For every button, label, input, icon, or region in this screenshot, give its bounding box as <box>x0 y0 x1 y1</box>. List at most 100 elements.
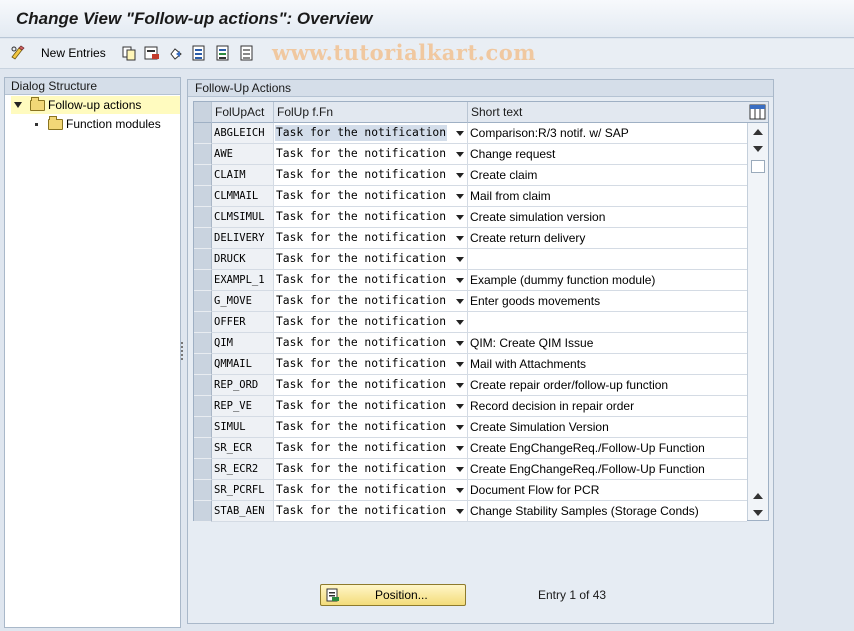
short-text-field[interactable]: Enter goods movements <box>468 291 747 312</box>
short-text-field[interactable]: Change request <box>468 144 747 165</box>
delete-button[interactable] <box>144 43 160 63</box>
panel-splitter[interactable] <box>180 340 184 364</box>
dropdown-arrow-icon[interactable] <box>456 446 464 451</box>
column-header-short-text[interactable]: Short text <box>468 102 747 123</box>
row-selector[interactable] <box>194 270 212 291</box>
dropdown-arrow-icon[interactable] <box>456 215 464 220</box>
folup-fn-dropdown[interactable]: Task for the notification <box>274 165 468 186</box>
short-text-field[interactable]: Create EngChangeReq./Follow-Up Function <box>468 459 747 480</box>
scroll-down-icon[interactable] <box>753 146 763 152</box>
dropdown-arrow-icon[interactable] <box>456 467 464 472</box>
folup-fn-dropdown[interactable]: Task for the notification <box>274 375 468 396</box>
folup-fn-dropdown[interactable]: Task for the notification <box>274 291 468 312</box>
dropdown-arrow-icon[interactable] <box>456 425 464 430</box>
tree-item-function-modules[interactable]: Function modules <box>35 115 161 133</box>
short-text-field[interactable]: Record decision in repair order <box>468 396 747 417</box>
dropdown-arrow-icon[interactable] <box>456 257 464 262</box>
short-text-field[interactable]: QIM: Create QIM Issue <box>468 333 747 354</box>
dropdown-arrow-icon[interactable] <box>456 173 464 178</box>
short-text-field[interactable]: Example (dummy function module) <box>468 270 747 291</box>
row-selector[interactable] <box>194 144 212 165</box>
row-selector[interactable] <box>194 333 212 354</box>
select-block-button[interactable] <box>215 43 231 63</box>
row-selector[interactable] <box>194 501 212 522</box>
scroll-page-up-icon[interactable] <box>753 493 763 499</box>
short-text-field[interactable]: Change Stability Samples (Storage Conds) <box>468 501 747 522</box>
folup-fn-dropdown[interactable]: Task for the notification <box>274 249 468 270</box>
folup-fn-dropdown[interactable]: Task for the notification <box>274 207 468 228</box>
dropdown-arrow-icon[interactable] <box>456 131 464 136</box>
folup-fn-dropdown[interactable]: Task for the notification <box>274 417 468 438</box>
folup-fn-dropdown[interactable]: Task for the notification <box>274 144 468 165</box>
short-text-field[interactable]: Create repair order/follow-up function <box>468 375 747 396</box>
dropdown-arrow-icon[interactable] <box>456 488 464 493</box>
row-selector[interactable] <box>194 417 212 438</box>
column-header-folupact[interactable]: FolUpAct <box>212 102 274 123</box>
dropdown-arrow-icon[interactable] <box>456 509 464 514</box>
row-selector[interactable] <box>194 228 212 249</box>
row-selector[interactable] <box>194 354 212 375</box>
position-button[interactable]: Position... <box>320 584 466 606</box>
short-text-field[interactable]: Create return delivery <box>468 228 747 249</box>
folup-fn-dropdown[interactable]: Task for the notification <box>274 354 468 375</box>
display-change-button[interactable] <box>10 43 26 63</box>
new-entries-button[interactable]: New Entries <box>33 43 106 63</box>
deselect-all-button[interactable] <box>239 43 255 63</box>
row-selector[interactable] <box>194 291 212 312</box>
row-selector[interactable] <box>194 165 212 186</box>
short-text-field[interactable]: Create simulation version <box>468 207 747 228</box>
vertical-scrollbar[interactable] <box>747 123 768 520</box>
dropdown-arrow-icon[interactable] <box>456 404 464 409</box>
folup-fn-dropdown[interactable]: Task for the notification <box>274 480 468 501</box>
dropdown-arrow-icon[interactable] <box>456 341 464 346</box>
folup-fn-dropdown[interactable]: Task for the notification <box>274 123 468 144</box>
row-selector[interactable] <box>194 249 212 270</box>
expand-triangle-icon[interactable] <box>14 102 22 108</box>
folup-fn-dropdown[interactable]: Task for the notification <box>274 333 468 354</box>
row-selector[interactable] <box>194 186 212 207</box>
row-selector[interactable] <box>194 123 212 144</box>
row-selector[interactable] <box>194 375 212 396</box>
scroll-thumb[interactable] <box>751 160 765 173</box>
copy-as-button[interactable] <box>121 43 137 63</box>
row-selector[interactable] <box>194 207 212 228</box>
short-text-field[interactable]: Create EngChangeReq./Follow-Up Function <box>468 438 747 459</box>
row-selector[interactable] <box>194 459 212 480</box>
short-text-field[interactable] <box>468 312 747 333</box>
row-selector[interactable] <box>194 396 212 417</box>
row-selector[interactable] <box>194 438 212 459</box>
dropdown-arrow-icon[interactable] <box>456 383 464 388</box>
dropdown-arrow-icon[interactable] <box>456 320 464 325</box>
dropdown-arrow-icon[interactable] <box>456 299 464 304</box>
folup-fn-dropdown[interactable]: Task for the notification <box>274 396 468 417</box>
row-selector[interactable] <box>194 312 212 333</box>
dropdown-arrow-icon[interactable] <box>456 236 464 241</box>
folup-fn-dropdown[interactable]: Task for the notification <box>274 312 468 333</box>
dropdown-arrow-icon[interactable] <box>456 152 464 157</box>
tree-item-follow-up-actions[interactable]: Follow-up actions <box>11 96 180 114</box>
folup-fn-dropdown[interactable]: Task for the notification <box>274 228 468 249</box>
column-header-folup-fn[interactable]: FolUp f.Fn <box>274 102 468 123</box>
dropdown-arrow-icon[interactable] <box>456 278 464 283</box>
folup-fn-dropdown[interactable]: Task for the notification <box>274 438 468 459</box>
folup-fn-dropdown[interactable]: Task for the notification <box>274 270 468 291</box>
row-selector[interactable] <box>194 480 212 501</box>
undo-change-button[interactable] <box>168 43 184 63</box>
short-text-field[interactable]: Create Simulation Version <box>468 417 747 438</box>
dropdown-arrow-icon[interactable] <box>456 362 464 367</box>
folup-fn-dropdown[interactable]: Task for the notification <box>274 459 468 480</box>
dropdown-arrow-icon[interactable] <box>456 194 464 199</box>
short-text-field[interactable]: Mail with Attachments <box>468 354 747 375</box>
short-text-field[interactable]: Comparison:R/3 notif. w/ SAP <box>468 123 747 144</box>
folup-fn-dropdown[interactable]: Task for the notification <box>274 501 468 522</box>
scroll-up-icon[interactable] <box>753 129 763 135</box>
scroll-page-down-icon[interactable] <box>753 510 763 516</box>
table-settings-button[interactable] <box>747 102 768 123</box>
short-text-field[interactable] <box>468 249 747 270</box>
short-text-field[interactable]: Create claim <box>468 165 747 186</box>
select-all-button[interactable] <box>191 43 207 63</box>
select-all-rows-header[interactable] <box>194 102 212 123</box>
short-text-field[interactable]: Document Flow for PCR <box>468 480 747 501</box>
folup-fn-dropdown[interactable]: Task for the notification <box>274 186 468 207</box>
short-text-field[interactable]: Mail from claim <box>468 186 747 207</box>
